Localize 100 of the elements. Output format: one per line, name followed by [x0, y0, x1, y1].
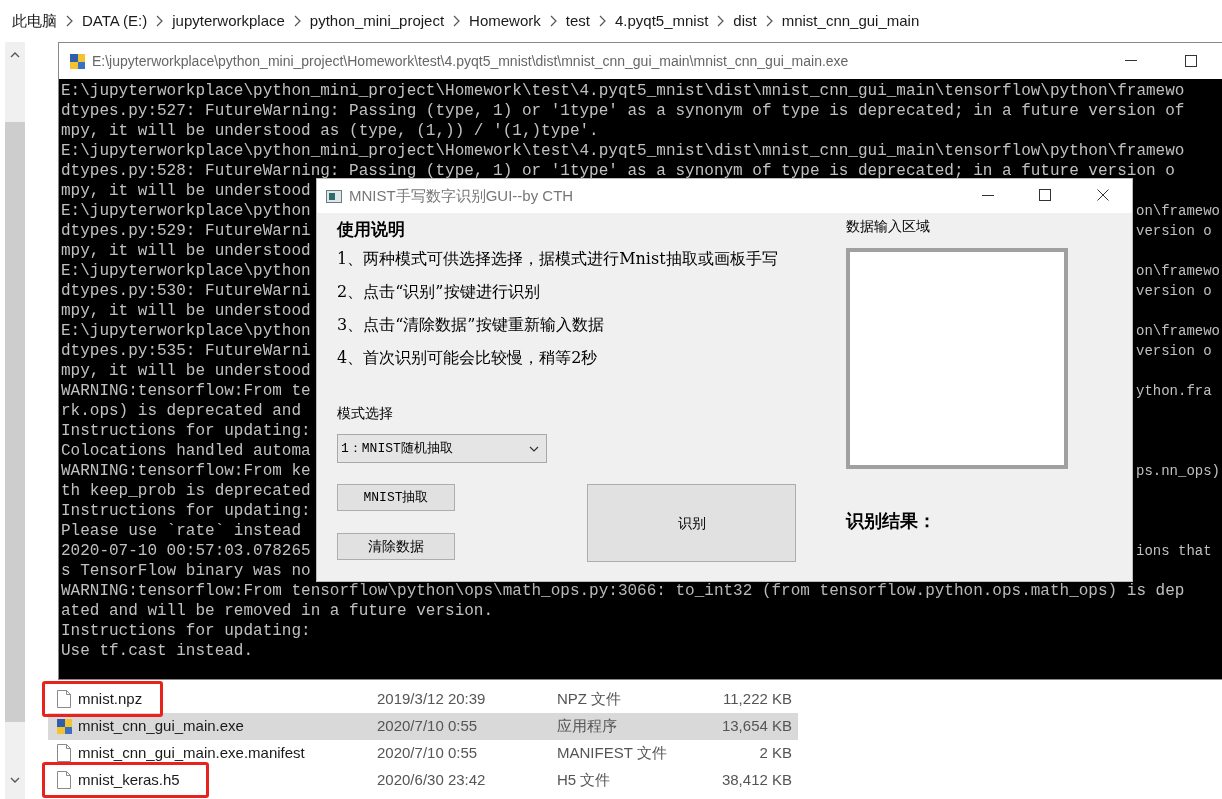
console-line: dtypes.py:529: FutureWarni [61, 221, 311, 241]
file-size: 38,412 KB [721, 770, 792, 791]
console-line: on\framewo [1136, 262, 1220, 281]
chevron-icon[interactable] [156, 15, 164, 27]
console-line: Instructions for updating: [61, 501, 311, 521]
file-icon [57, 744, 71, 762]
console-line: dtypes.py:535: FutureWarni [61, 341, 311, 361]
mode-label: 模式选择 [337, 404, 393, 423]
console-line: Instructions for updating: [61, 421, 311, 441]
scrollbar[interactable] [5, 42, 25, 799]
file-date: 2019/3/12 20:39 [377, 689, 486, 710]
console-line: ython.fra [1136, 382, 1212, 401]
console-line: Please use `rate` instead [61, 521, 302, 541]
console-line: WARNING:tensorflow:From tensorflow\python\ops\math_ops.py:3066: to_int32 (from tensorflow.python.ops.math_ops) is dep [61, 581, 1185, 601]
console-line: s TensorFlow binary was no [61, 561, 311, 581]
console-line: ated and will be removed in a future version. [61, 601, 494, 621]
file-name: mnist_cnn_gui_main.exe [78, 716, 244, 737]
breadcrumb-item[interactable]: 此电脑 [12, 9, 57, 33]
file-name: mnist_keras.h5 [78, 770, 180, 791]
instruction-text: 4、首次识别可能会比较慢，稍等2秒 [337, 347, 598, 369]
chevron-icon[interactable] [293, 15, 301, 27]
file-date: 2020/7/10 0:55 [377, 743, 478, 764]
console-line: E:\jupyterworkplace\python_mini_project\Homework\test\4.pyqt5_mnist\dist\mnist_cnn_gui_main\tensorflow\python\framewo [61, 81, 1185, 101]
console-line: Use tf.cast instead. [61, 641, 254, 661]
recognize-button[interactable]: 识别 [587, 484, 796, 562]
chevron-icon[interactable] [453, 15, 461, 27]
instruction-text: 1、两种模式可供选择选择，据模式进行Mnist抽取或画板手写 [337, 248, 778, 270]
extract-button[interactable]: MNIST抽取 [337, 484, 455, 511]
minimize-icon[interactable] [1125, 60, 1137, 62]
chevron-icon[interactable] [549, 15, 557, 27]
minimize-icon[interactable] [982, 195, 994, 197]
breadcrumb-item[interactable]: jupyterworkplace [172, 9, 285, 33]
console-line: on\framewo [1136, 322, 1220, 341]
window-title: MNIST手写数字识别GUI--by CTH [349, 185, 574, 206]
breadcrumb-item[interactable]: mnist_cnn_gui_main [781, 9, 920, 33]
console-line: E:\jupyterworkplace\python_mini_project\Homework\test\4.pyqt5_mnist\dist\mnist_cnn_gui_main\tensorflow\python\framewo [61, 141, 1185, 161]
console-line: rk.ops) is deprecated and [61, 401, 302, 421]
console-line: E:\jupyterworkplace\python [61, 321, 311, 341]
console-line: Colocations handled automa [61, 441, 311, 461]
console-line: WARNING:tensorflow:From te [61, 381, 311, 401]
file-name: mnist.npz [78, 689, 143, 710]
console-line: mpy, it will be understood [61, 301, 311, 321]
file-name: mnist_cnn_gui_main.exe.manifest [78, 743, 305, 764]
file-icon [57, 771, 71, 789]
console-line: mpy, it will be understood as (type, (1,)) / '(1,)type'. [61, 121, 599, 141]
maximize-icon[interactable] [1039, 189, 1051, 201]
scroll-up-icon[interactable] [10, 52, 20, 58]
file-type: NPZ 文件 [557, 689, 622, 710]
breadcrumb-item[interactable]: 4.pyqt5_mnist [614, 9, 709, 33]
chevron-icon[interactable] [66, 15, 73, 27]
maximize-icon[interactable] [1185, 55, 1197, 67]
console-line: ps.nn_ops) [1136, 462, 1220, 481]
file-type: 应用程序 [557, 716, 617, 737]
console-line: dtypes.py:527: FutureWarning: Passing (type, 1) or '1type' as a synonym of type is deprecated; in a future version of [61, 101, 1185, 121]
file-size: 11,222 KB [723, 689, 792, 710]
result-label: 识别结果： [846, 509, 936, 533]
console-line: dtypes.py:528: FutureWarning: Passing (type, 1) or '1type' as a synonym of type is deprecated; in a future version o [61, 161, 1175, 181]
console-line: th keep_prob is deprecated [61, 481, 311, 501]
breadcrumb-item[interactable]: python_mini_project [309, 9, 445, 33]
console-line: on\framewo [1136, 202, 1220, 221]
console-line: mpy, it will be understood [61, 241, 311, 261]
console-line: version o [1136, 282, 1212, 301]
breadcrumb-item[interactable]: Homework [469, 9, 541, 33]
console-line: 2020-07-10 00:57:03.078265 [61, 541, 311, 561]
instructions-heading: 使用说明 [337, 218, 405, 241]
breadcrumb-item[interactable]: dist [733, 9, 757, 33]
file-type: H5 文件 [557, 770, 611, 791]
chevron-icon[interactable] [598, 15, 606, 27]
drawing-canvas[interactable] [846, 248, 1068, 469]
console-line: version o [1136, 342, 1212, 361]
app-icon [69, 52, 86, 70]
scroll-down-icon[interactable] [10, 777, 20, 783]
console-line: mpy, it will be understood [61, 181, 311, 201]
file-type: MANIFEST 文件 [557, 743, 667, 764]
console-line: E:\jupyterworkplace\python [61, 261, 311, 281]
console-line: mpy, it will be understood [61, 361, 311, 381]
file-date: 2020/7/10 0:55 [377, 716, 478, 737]
app-icon [56, 718, 73, 735]
file-size: 2 KB [759, 743, 792, 764]
chevron-icon[interactable] [717, 15, 725, 27]
breadcrumb-item[interactable]: test [565, 9, 590, 33]
console-line: E:\jupyterworkplace\python [61, 201, 311, 221]
close-icon[interactable] [1097, 189, 1109, 201]
instruction-text: 3、点击“清除数据”按键重新输入数据 [337, 314, 604, 336]
file-size: 13,654 KB [721, 716, 792, 737]
file-row[interactable]: mnist_cnn_gui_main.exe.manifest 2020/7/10 0:55 MANIFEST 文件 2 KB [48, 740, 798, 767]
chevron-icon[interactable] [765, 15, 773, 27]
breadcrumb-item[interactable]: DATA (E:) [82, 9, 148, 33]
mode-dropdown[interactable]: 1：MNIST随机抽取 [337, 434, 547, 463]
file-row[interactable]: mnist_cnn_gui_main.exe 2020/7/10 0:55 应用程序 13,654 KB [48, 713, 798, 740]
file-icon [57, 690, 71, 708]
caret-icon [529, 445, 539, 452]
scroll-thumb[interactable] [5, 122, 25, 722]
file-row[interactable]: mnist.npz 2019/3/12 20:39 NPZ 文件 11,222 KB [48, 686, 798, 713]
clear-button[interactable]: 清除数据 [337, 533, 455, 560]
instruction-text: 2、点击“识别”按键进行识别 [337, 281, 540, 303]
file-row[interactable]: mnist_keras.h5 2020/6/30 23:42 H5 文件 38,412 KB [48, 767, 798, 794]
console-line: version o [1136, 222, 1212, 241]
window-title: E:\jupyterworkplace\python_mini_project\Homework\test\4.pyqt5_mnist\dist\mnist_cnn_gui_main\mnist_cnn_gui_main.exe [92, 51, 849, 71]
console-line: dtypes.py:530: FutureWarni [61, 281, 311, 301]
